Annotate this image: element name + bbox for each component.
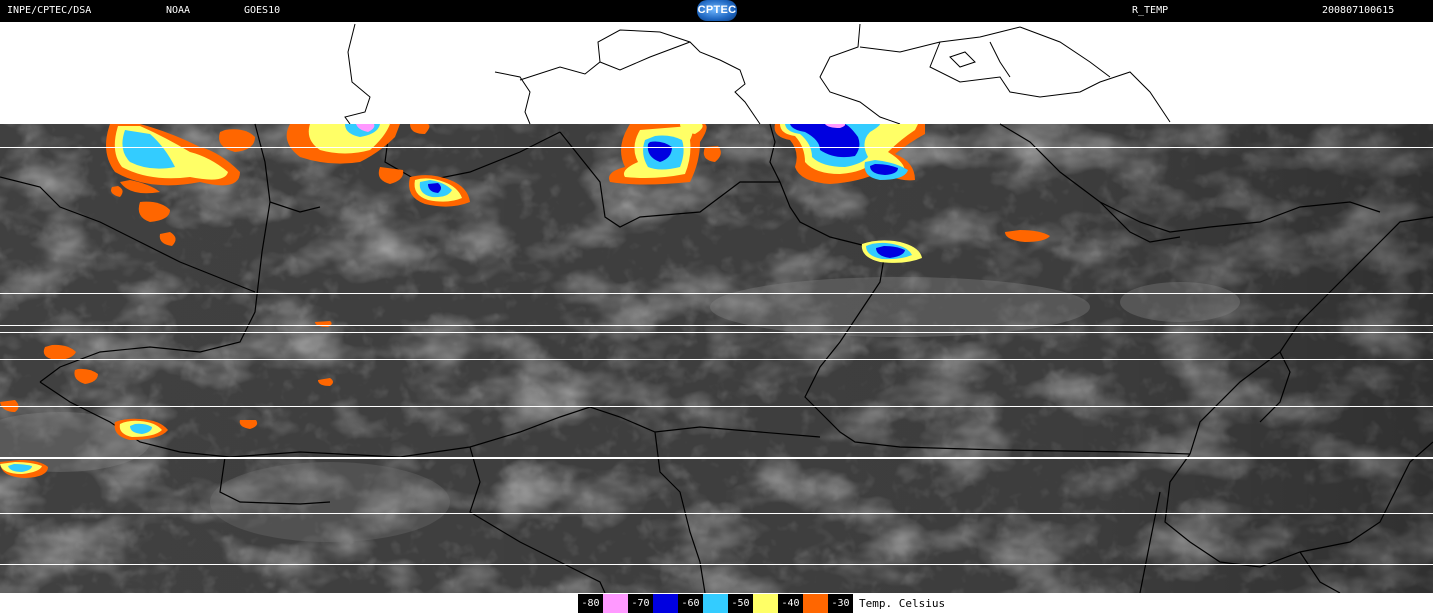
satellite-map (0, 22, 1433, 593)
map-canvas (0, 22, 1433, 593)
datetime-label: 200807100615 (1322, 5, 1395, 16)
header-bar: INPE/CPTEC/DSA NOAA GOES10 CPTEC R_TEMP … (0, 0, 1433, 22)
legend-swatch (753, 594, 778, 613)
legend-label: -50 (728, 594, 753, 613)
legend-label: -80 (578, 594, 603, 613)
legend-unit-label: Temp. Celsius (859, 597, 946, 610)
temperature-legend: -80 -70 -60 -50 -40 -30 Temp. Celsius (578, 594, 945, 613)
legend-label: -40 (778, 594, 803, 613)
legend-label: -30 (828, 594, 853, 613)
no-data-region (0, 22, 1433, 124)
legend-label: -70 (628, 594, 653, 613)
org-label: INPE/CPTEC/DSA (7, 5, 92, 16)
agency-label: NOAA (166, 5, 191, 16)
legend-label: -60 (678, 594, 703, 613)
legend-swatch (653, 594, 678, 613)
legend-swatch (703, 594, 728, 613)
legend-swatch (803, 594, 828, 613)
product-label: R_TEMP (1132, 5, 1169, 16)
cloud-imagery (0, 124, 1433, 593)
cptec-logo: CPTEC (697, 0, 737, 21)
satellite-label: GOES10 (244, 5, 281, 16)
legend-swatch (603, 594, 628, 613)
